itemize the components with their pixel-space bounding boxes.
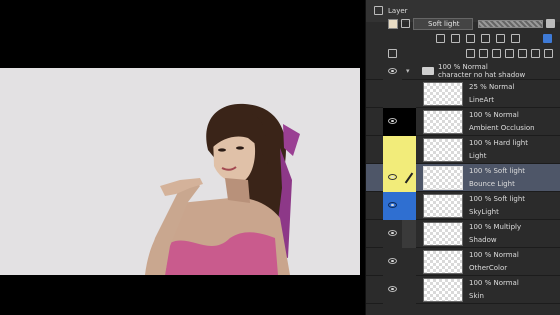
layer-thumbnail <box>423 166 463 190</box>
layer-mode: 100 % Normal <box>469 279 519 287</box>
layer-row[interactable]: 25 % Normal LineArt <box>366 80 560 108</box>
layer-mode: 25 % Normal <box>469 83 515 91</box>
layer-row[interactable]: 100 % Hard light Light <box>366 136 560 164</box>
lock-icon[interactable] <box>546 19 555 28</box>
eye-icon[interactable] <box>388 286 397 292</box>
layer-panel-icon <box>374 6 383 15</box>
layer-name: Light <box>469 152 487 160</box>
visibility-toggle[interactable] <box>383 108 402 136</box>
folder-mode: 100 % Normal <box>438 63 488 71</box>
visibility-toggle[interactable] <box>383 164 402 192</box>
eye-icon[interactable] <box>388 174 397 180</box>
layer-property-toolbar <box>366 32 560 46</box>
visibility-toggle[interactable] <box>383 136 402 164</box>
reference-icon[interactable] <box>451 34 460 43</box>
layer-row[interactable]: 100 % Multiply Shadow <box>366 220 560 248</box>
layer-mode: 100 % Hard light <box>469 139 528 147</box>
color-tag <box>402 80 416 108</box>
visibility-toggle[interactable] <box>383 80 402 108</box>
visibility-toggle[interactable] <box>383 62 402 80</box>
clip-icon[interactable] <box>436 34 445 43</box>
color-tag <box>402 248 416 276</box>
color-tag <box>402 164 416 192</box>
new-folder-icon[interactable] <box>492 49 501 58</box>
layer-name: Bounce Light <box>469 180 515 188</box>
layer-mode: 100 % Soft light <box>469 167 526 175</box>
layer-row-selected[interactable]: 100 % Soft light Bounce Light <box>366 164 560 192</box>
layer-thumbnail <box>423 278 463 302</box>
layer-mode: 100 % Normal <box>469 111 519 119</box>
color-tag <box>402 136 416 164</box>
layer-mode: 100 % Normal <box>469 251 519 259</box>
new-raster-layer-icon[interactable] <box>466 49 475 58</box>
opacity-slider[interactable] <box>478 20 543 28</box>
layer-name: OtherColor <box>469 264 508 272</box>
canvas-artwork[interactable] <box>0 68 360 275</box>
layer-name: Ambient Occlusion <box>469 124 535 132</box>
delete-layer-icon[interactable] <box>544 49 553 58</box>
layer-thumbnail <box>423 110 463 134</box>
layer-mode: 100 % Soft light <box>469 195 526 203</box>
color-tag <box>402 276 416 304</box>
layer-thumbnail <box>423 250 463 274</box>
mask-add-icon[interactable] <box>531 49 540 58</box>
eye-icon[interactable] <box>388 68 397 74</box>
visibility-toggle[interactable] <box>383 220 402 248</box>
panel-menu-icon[interactable] <box>388 49 397 58</box>
eye-icon[interactable] <box>388 258 397 264</box>
transfer-down-icon[interactable] <box>505 49 514 58</box>
color-tag <box>402 220 416 248</box>
layer-tab[interactable]: Layer <box>388 7 408 15</box>
ruler-icon[interactable] <box>511 34 520 43</box>
combine-icon[interactable] <box>518 49 527 58</box>
layer-thumbnail <box>423 194 463 218</box>
layer-panel: Layer Soft light ▾ 100 % Normal characte… <box>365 0 560 315</box>
eye-icon[interactable] <box>388 230 397 236</box>
layer-thumbnail <box>423 222 463 246</box>
main-color-swatch[interactable] <box>388 19 398 29</box>
layer-name: LineArt <box>469 96 494 104</box>
layer-row[interactable]: 100 % Normal Skin <box>366 276 560 304</box>
canvas-area[interactable] <box>0 0 365 315</box>
color-tag-icon[interactable] <box>543 34 552 43</box>
layer-mode: 100 % Multiply <box>469 223 522 231</box>
dropdown-arrow-icon[interactable] <box>401 19 410 28</box>
mask-icon[interactable] <box>496 34 505 43</box>
chevron-down-icon[interactable]: ▾ <box>406 67 410 75</box>
folder-icon <box>422 67 434 75</box>
layer-name: Shadow <box>469 236 497 244</box>
pencil-icon <box>404 172 414 184</box>
lock-transparent-icon[interactable] <box>481 34 490 43</box>
color-tag <box>402 108 416 136</box>
layer-row[interactable]: 100 % Soft light SkyLight <box>366 192 560 220</box>
blend-mode-select[interactable]: Soft light <box>413 18 473 30</box>
character-illustration <box>145 103 300 275</box>
eye-icon[interactable] <box>388 202 397 208</box>
layer-row[interactable]: 100 % Normal OtherColor <box>366 248 560 276</box>
layer-thumbnail <box>423 138 463 162</box>
visibility-toggle[interactable] <box>383 192 402 220</box>
layer-thumbnail <box>423 82 463 106</box>
layer-name: SkyLight <box>469 208 499 216</box>
new-vector-layer-icon[interactable] <box>479 49 488 58</box>
draft-icon[interactable] <box>466 34 475 43</box>
color-tag <box>402 192 416 220</box>
visibility-toggle[interactable] <box>383 248 402 276</box>
layer-name: Skin <box>469 292 484 300</box>
folder-name: character no hat shadow <box>438 71 526 79</box>
visibility-toggle[interactable] <box>383 276 402 304</box>
folder-layer[interactable]: ▾ 100 % Normal character no hat shadow <box>366 62 560 80</box>
layer-action-toolbar <box>366 45 560 61</box>
eye-icon[interactable] <box>388 118 397 124</box>
layer-row[interactable]: 100 % Normal Ambient Occlusion <box>366 108 560 136</box>
